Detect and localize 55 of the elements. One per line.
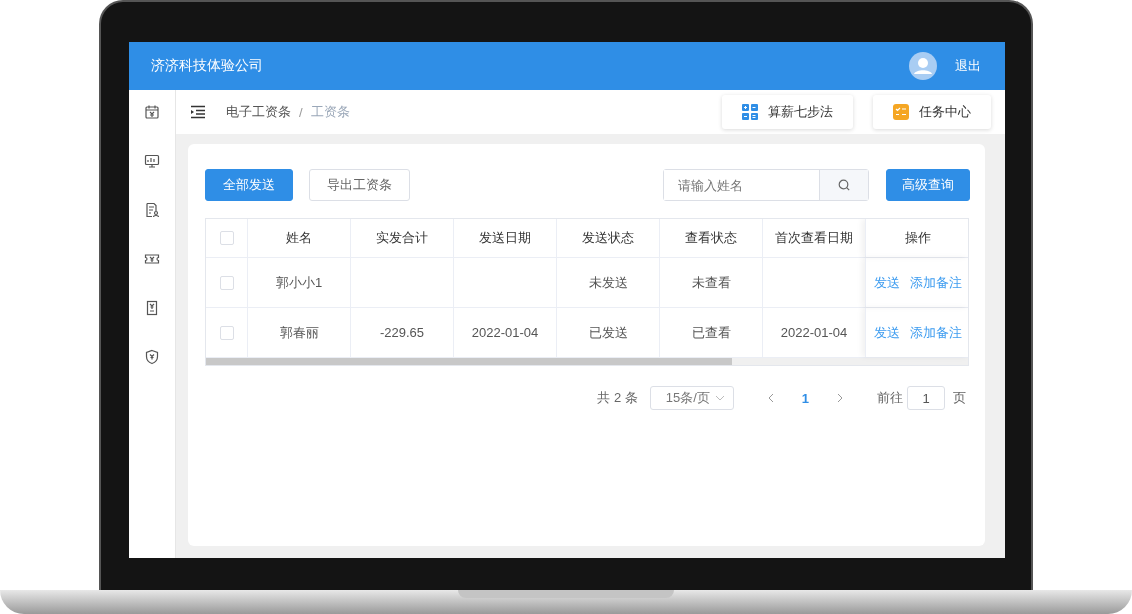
column-header: 发送状态 — [556, 219, 659, 257]
table-cell: 已查看 — [659, 308, 762, 357]
shortcut-button[interactable]: 任务中心 — [873, 95, 991, 129]
table-cell: 已发送 — [556, 308, 659, 357]
monitor-icon[interactable] — [144, 153, 160, 169]
calculator-grid-icon — [742, 104, 758, 120]
table-cell: 2022-01-04 — [453, 308, 556, 357]
column-header: 实发合计 — [350, 219, 453, 257]
logout-link[interactable]: 退出 — [955, 57, 981, 75]
breadcrumb-link[interactable]: 电子工资条 — [226, 103, 291, 121]
checkbox[interactable] — [219, 275, 234, 290]
table-cell: 未发送 — [556, 258, 659, 307]
scrollbar-thumb[interactable] — [206, 358, 732, 365]
document-icon[interactable] — [144, 202, 160, 218]
search-field[interactable]: 请输入姓名 — [663, 169, 869, 201]
chevron-left-icon[interactable] — [767, 393, 774, 403]
table-cell: -229.65 — [350, 308, 453, 357]
menu-icon[interactable] — [190, 105, 206, 119]
add-note-link[interactable]: 添加备注 — [909, 273, 962, 292]
column-header: 发送日期 — [453, 219, 556, 257]
checkbox[interactable] — [219, 325, 234, 340]
breadcrumb-separator: / — [299, 104, 303, 120]
send-link[interactable]: 发送 — [873, 273, 900, 292]
total-count: 共 2 条 — [597, 389, 638, 407]
table-cell: 郭春丽 — [247, 308, 350, 357]
page-size-select[interactable]: 15条/页 — [649, 386, 734, 410]
advanced-search-button[interactable]: 高级查询 — [886, 169, 970, 201]
page-suffix: 页 — [953, 389, 966, 407]
table-cell: 未查看 — [659, 258, 762, 307]
column-header: 操作 — [865, 219, 968, 257]
search-icon[interactable] — [838, 179, 850, 191]
export-button[interactable]: 导出工资条 — [309, 169, 410, 201]
add-note-link[interactable]: 添加备注 — [909, 323, 962, 342]
checklist-icon — [893, 104, 909, 120]
company-name: 济济科技体验公司 — [151, 57, 264, 75]
column-header: 查看状态 — [659, 219, 762, 257]
shield-icon[interactable] — [144, 349, 160, 365]
send-all-button[interactable]: 全部发送 — [205, 169, 293, 201]
goto-label: 前往 — [877, 389, 903, 407]
column-header: 姓名 — [247, 219, 350, 257]
shortcut-button[interactable]: 算薪七步法 — [722, 95, 853, 129]
page-input[interactable]: 1 — [907, 386, 945, 410]
page-number[interactable]: 1 — [801, 390, 809, 406]
breadcrumb-link[interactable]: 工资条 — [310, 103, 350, 121]
chevron-right-icon[interactable] — [837, 393, 843, 403]
calendar-icon[interactable] — [144, 104, 160, 120]
chevron-down-icon — [714, 395, 725, 401]
avatar-icon[interactable] — [909, 52, 937, 80]
ticket-icon[interactable] — [144, 251, 160, 267]
checkbox[interactable] — [219, 231, 234, 245]
table-cell: 郭小小1 — [247, 258, 350, 307]
column-header: 首次查看日期 — [762, 219, 865, 257]
table-cell: 2022-01-04 — [762, 308, 865, 357]
receipt-icon[interactable] — [144, 300, 160, 316]
send-link[interactable]: 发送 — [873, 323, 900, 342]
